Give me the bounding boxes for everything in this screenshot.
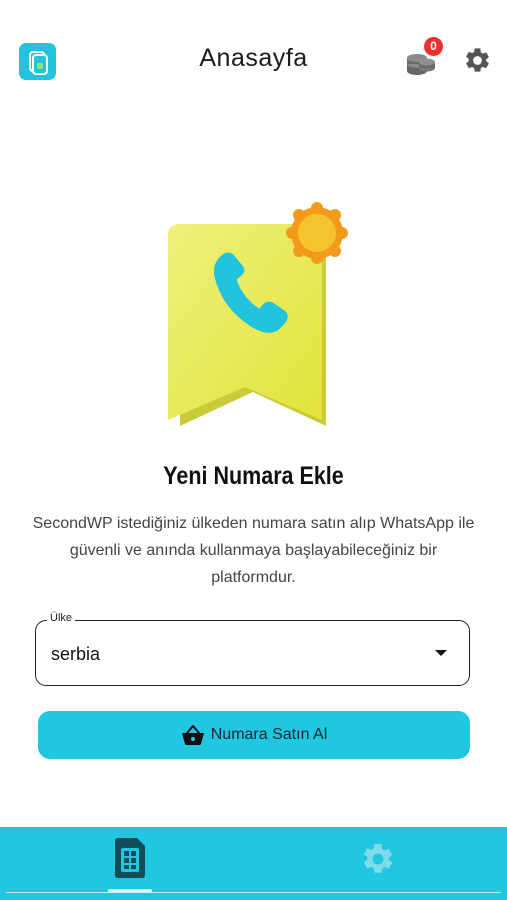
country-select[interactable]: Ülke serbia (35, 612, 470, 686)
country-field-label: Ülke (47, 612, 76, 624)
coin-count-badge: 0 (424, 37, 443, 56)
sim-card-icon (115, 838, 145, 878)
top-app-bar: Anasayfa 0 (0, 0, 507, 120)
dropdown-arrow-icon[interactable] (435, 650, 447, 656)
nav-item-settings[interactable] (350, 827, 406, 900)
country-value: serbia (51, 644, 101, 664)
description-text: SecondWP istediğiniz ülkeden numara satı… (32, 515, 475, 586)
buy-number-button[interactable]: Numara Satın Al (38, 711, 470, 759)
nav-item-numbers[interactable] (100, 827, 160, 900)
settings-icon (363, 843, 393, 873)
buy-button-label: Numara Satın Al (210, 726, 328, 743)
system-divider (6, 892, 501, 893)
headline: Yeni Numara Ekle (163, 462, 344, 490)
new-number-illustration (160, 200, 350, 435)
bottom-navigation (0, 827, 507, 900)
gear-icon[interactable] (463, 46, 492, 75)
basket-icon (181, 725, 204, 745)
sun-icon (286, 202, 348, 264)
